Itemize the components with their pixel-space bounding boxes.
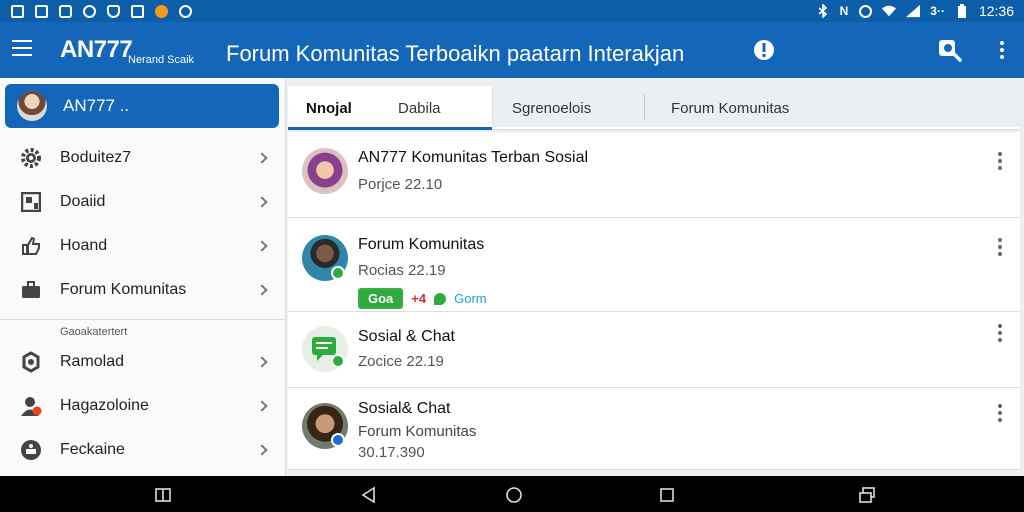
chevron-right-icon <box>256 196 268 208</box>
nfc-icon: N <box>839 4 849 18</box>
alarm-icon <box>858 4 872 18</box>
sidebar-item-doaiid[interactable]: Doaiid <box>0 180 286 224</box>
chevron-right-icon <box>256 444 268 456</box>
briefcase-icon <box>20 279 42 301</box>
post-subtitle: Forum Komunitas <box>358 423 477 440</box>
verified-badge-icon <box>331 266 345 280</box>
sidebar-item-ramolad[interactable]: Ramolad <box>0 340 286 384</box>
notification-icon[interactable] <box>750 36 778 64</box>
post-meta: 30.17.390 <box>358 444 425 461</box>
post-title: Sosial & Chat <box>358 328 455 345</box>
post-title: AN777 Komunitas Terban Sosial <box>358 149 589 166</box>
tab-separator <box>644 94 645 120</box>
more-vert-icon[interactable] <box>998 404 1002 422</box>
sidebar-item-label: Ramolad <box>60 353 125 370</box>
tab-sgrenoelois[interactable]: Sgrenoelois <box>512 86 591 130</box>
sidebar-item-feckaine[interactable]: Feckaine <box>0 428 286 472</box>
overview-icon[interactable] <box>658 486 676 504</box>
chevron-right-icon <box>256 240 268 252</box>
tag-badge[interactable]: Goa <box>358 288 404 309</box>
sidebar-item-hagazoloine[interactable]: Hagazoloine <box>0 384 286 428</box>
wifi-icon <box>882 4 897 18</box>
chevron-right-icon <box>256 356 268 368</box>
brand-logo: AN777 <box>60 36 133 63</box>
tab-bar: Nnojal Dabila Sgrenoelois Forum Komunita… <box>288 86 1020 130</box>
tasks-icon <box>34 4 48 18</box>
sidebar-item-boduitez7[interactable]: Boduitez7 <box>0 136 286 180</box>
brand-subtitle: Nerand Scaik <box>128 54 195 66</box>
app-icon <box>178 4 192 18</box>
app-bar: AN777 Nerand Scaik Forum Komunitas Terbo… <box>0 22 1024 78</box>
chevron-right-icon <box>256 284 268 296</box>
search-icon[interactable] <box>936 36 964 64</box>
post-meta: Rocias 22.19 <box>358 262 446 279</box>
sidebar-item-label: Boduitez7 <box>60 149 132 166</box>
post-meta: Zocice 22.19 <box>358 353 444 370</box>
more-vert-icon[interactable] <box>998 238 1002 256</box>
clock: 12:36 <box>978 3 1014 19</box>
sidebar-item-label: Feckaine <box>60 441 125 458</box>
sidebar-item-label: Forum Komunitas <box>60 281 187 298</box>
page-title: Forum Komunitas Terboaikn paatarn Intera… <box>226 41 685 66</box>
sidebar-item-label: Hagazoloine <box>60 397 149 414</box>
shield-icon <box>20 439 42 461</box>
browser-icon <box>154 4 168 18</box>
section-label: Gaoakatertert <box>60 326 128 338</box>
sidebar-item-forum-komunitas[interactable]: Forum Komunitas <box>0 268 286 312</box>
security-icon <box>106 4 120 18</box>
sidebar-item-hoand[interactable]: Hoand <box>0 224 286 268</box>
woman-hijab-avatar <box>302 148 348 194</box>
sidebar-item-label: Hoand <box>60 237 108 254</box>
tab-forum-komunitas[interactable]: Forum Komunitas <box>671 86 789 130</box>
list-item[interactable]: Forum Komunitas Rocias 22.19 Goa +4 Gorm <box>288 218 1020 312</box>
list-item[interactable]: Sosial & Chat Zocice 22.19 <box>288 312 1020 388</box>
gallery-icon <box>10 4 24 18</box>
recents-icon[interactable] <box>154 486 172 504</box>
more-vert-icon[interactable] <box>988 36 1016 64</box>
home-icon[interactable] <box>505 486 523 504</box>
back-icon[interactable] <box>360 486 378 504</box>
system-nav-bar <box>0 476 1024 512</box>
recycle-icon <box>20 351 42 373</box>
battery-icon <box>955 4 969 18</box>
mail-icon <box>58 4 72 18</box>
alert-icon <box>82 4 96 18</box>
dashboard-icon <box>20 191 42 213</box>
main-content: Nnojal Dabila Sgrenoelois Forum Komunita… <box>288 78 1024 476</box>
user-alert-icon <box>20 395 42 417</box>
divider <box>0 319 286 320</box>
game-icon <box>130 4 144 18</box>
menu-icon[interactable] <box>12 40 32 56</box>
post-meta: Porjce 22.10 <box>358 176 443 193</box>
bluetooth-icon <box>816 4 830 18</box>
chat-bubble-icon <box>434 292 447 305</box>
sim-label: 3·· <box>930 4 945 18</box>
thumb-icon <box>20 235 42 257</box>
chevron-right-icon <box>256 400 268 412</box>
avatar <box>17 91 47 121</box>
sidebar-item-label: Doaiid <box>60 193 106 210</box>
more-vert-icon[interactable] <box>998 152 1002 170</box>
split-screen-icon[interactable] <box>858 486 876 504</box>
list-item[interactable]: AN777 Komunitas Terban Sosial Porjce 22.… <box>288 132 1020 218</box>
tab-dabila[interactable]: Dabila <box>398 86 441 130</box>
more-vert-icon[interactable] <box>998 324 1002 342</box>
signal-icon <box>906 4 921 18</box>
post-title: Sosial& Chat <box>358 400 451 417</box>
list-item[interactable]: Sosial& Chat Forum Komunitas 30.17.390 <box>288 388 1020 470</box>
tab-nnojal[interactable]: Nnojal <box>306 86 352 130</box>
account-name: AN777 .. <box>63 96 130 115</box>
active-tab-indicator <box>288 127 492 130</box>
verified-badge-icon <box>331 354 345 368</box>
account-item[interactable]: AN777 .. <box>5 84 279 128</box>
chevron-right-icon <box>256 152 268 164</box>
tag-link[interactable]: Gorm <box>454 291 487 306</box>
verified-badge-icon <box>331 433 345 447</box>
status-bar: N 3·· 12:36 <box>0 0 1024 22</box>
gear-icon <box>20 147 42 169</box>
tag-count: +4 <box>411 291 427 306</box>
post-tags: Goa +4 Gorm <box>358 288 487 309</box>
post-title: Forum Komunitas <box>358 236 485 253</box>
sidebar: AN777 .. Boduitez7 Doaiid Hoand Forum Ko… <box>0 78 286 476</box>
